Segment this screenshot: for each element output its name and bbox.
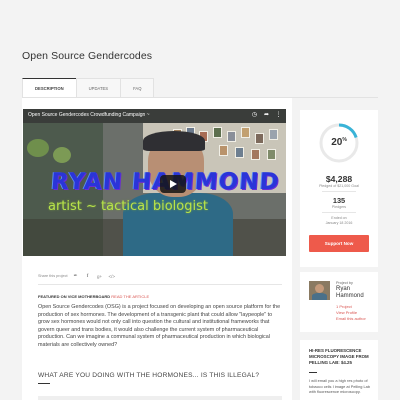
featured-label: FEATURED ON VICE MOTHERBOARD <box>38 294 111 299</box>
video-scene-photo <box>219 145 228 156</box>
video-scene-photo <box>267 149 276 160</box>
clock-icon[interactable]: ◷ <box>251 112 258 119</box>
funding-percent-sign: % <box>342 137 347 143</box>
view-profile-link[interactable]: View Profile <box>336 310 357 315</box>
ended-info: Ended on January 18 2016 <box>300 216 378 226</box>
video-scene-plant <box>27 139 49 157</box>
share-bar: Share this project ✒ f g+ </> <box>38 273 121 279</box>
facebook-icon[interactable]: f <box>85 274 91 279</box>
read-article-link[interactable]: READ THE ARTICLE <box>111 294 149 299</box>
pledged-amount: $4,288 <box>325 174 353 184</box>
play-icon[interactable] <box>160 175 186 193</box>
avatar[interactable] <box>309 281 330 300</box>
video-scene-photo <box>227 131 236 142</box>
funding-percent: 20% <box>318 137 360 148</box>
creator-name-first: Ryan <box>336 286 351 292</box>
pledged-goal: Pledged of $21,000 Goal <box>319 184 359 188</box>
funding-divider <box>322 191 356 192</box>
funding-divider <box>322 212 356 213</box>
tab-faq[interactable]: FAQ <box>120 78 155 97</box>
page-title: Open Source Gendercodes <box>22 50 153 62</box>
project-description: Open Source Gendercodes (OSG) is a proje… <box>38 304 281 348</box>
share-icon[interactable]: ➦ <box>263 112 270 119</box>
support-now-button[interactable]: Support Now <box>309 235 369 252</box>
section-heading-rule <box>38 383 50 384</box>
video-scene-photo <box>255 133 264 144</box>
video-scene-photo <box>235 147 244 158</box>
video-overlay-subtitle: artist ~ tactical biologist <box>48 199 208 214</box>
section-text-cutoff <box>38 396 282 400</box>
embed-icon[interactable]: </> <box>109 274 116 279</box>
pledgers-label: Pledgers <box>331 205 347 209</box>
twitter-icon[interactable]: ✒ <box>73 273 79 279</box>
reward-description: I will email you a high res photo of tob… <box>309 378 370 395</box>
share-label: Share this project <box>38 274 68 278</box>
creator-name-last: Hammond <box>336 293 364 299</box>
video-scene-photo <box>269 129 278 140</box>
video-scene-photo <box>241 127 250 138</box>
video-scene-person-cap <box>143 131 205 151</box>
reward-rule <box>309 372 317 373</box>
project-by-label: Project by <box>336 281 353 285</box>
creator-name[interactable]: Ryan Hammond <box>336 286 364 300</box>
video-scene-plant <box>53 147 71 163</box>
reward-title: HI-RES FLUORESCENCE MICROSCOPY IMAGE FRO… <box>309 348 369 365</box>
featured-line: FEATURED ON VICE MOTHERBOARD READ THE AR… <box>38 294 149 299</box>
funding-percent-value: 20 <box>331 137 343 148</box>
video-scene-photo <box>213 127 222 138</box>
pledgers-count: 135 <box>332 196 346 205</box>
email-author-link[interactable]: Email this author <box>336 316 366 321</box>
google-plus-icon[interactable]: g+ <box>97 274 103 279</box>
ended-date: January 18 2016 <box>325 221 353 225</box>
creator-project-count-link[interactable]: 1 Project <box>336 304 352 309</box>
more-icon[interactable]: ⋮ <box>275 112 282 119</box>
tab-description[interactable]: DESCRIPTION <box>22 78 77 97</box>
share-divider <box>38 284 282 285</box>
section-heading: WHAT ARE YOU DOING WITH THE HORMONES... … <box>38 372 260 379</box>
video-player[interactable]: RYAN HAMMOND artist ~ tactical biologist… <box>23 109 286 256</box>
video-title[interactable]: Open Source Gendercodes Crowdfunding Cam… <box>28 112 150 118</box>
tab-bar: DESCRIPTION UPDATES FAQ <box>22 78 155 97</box>
tab-updates[interactable]: UPDATES <box>75 78 122 97</box>
video-scene-photo <box>251 149 260 160</box>
